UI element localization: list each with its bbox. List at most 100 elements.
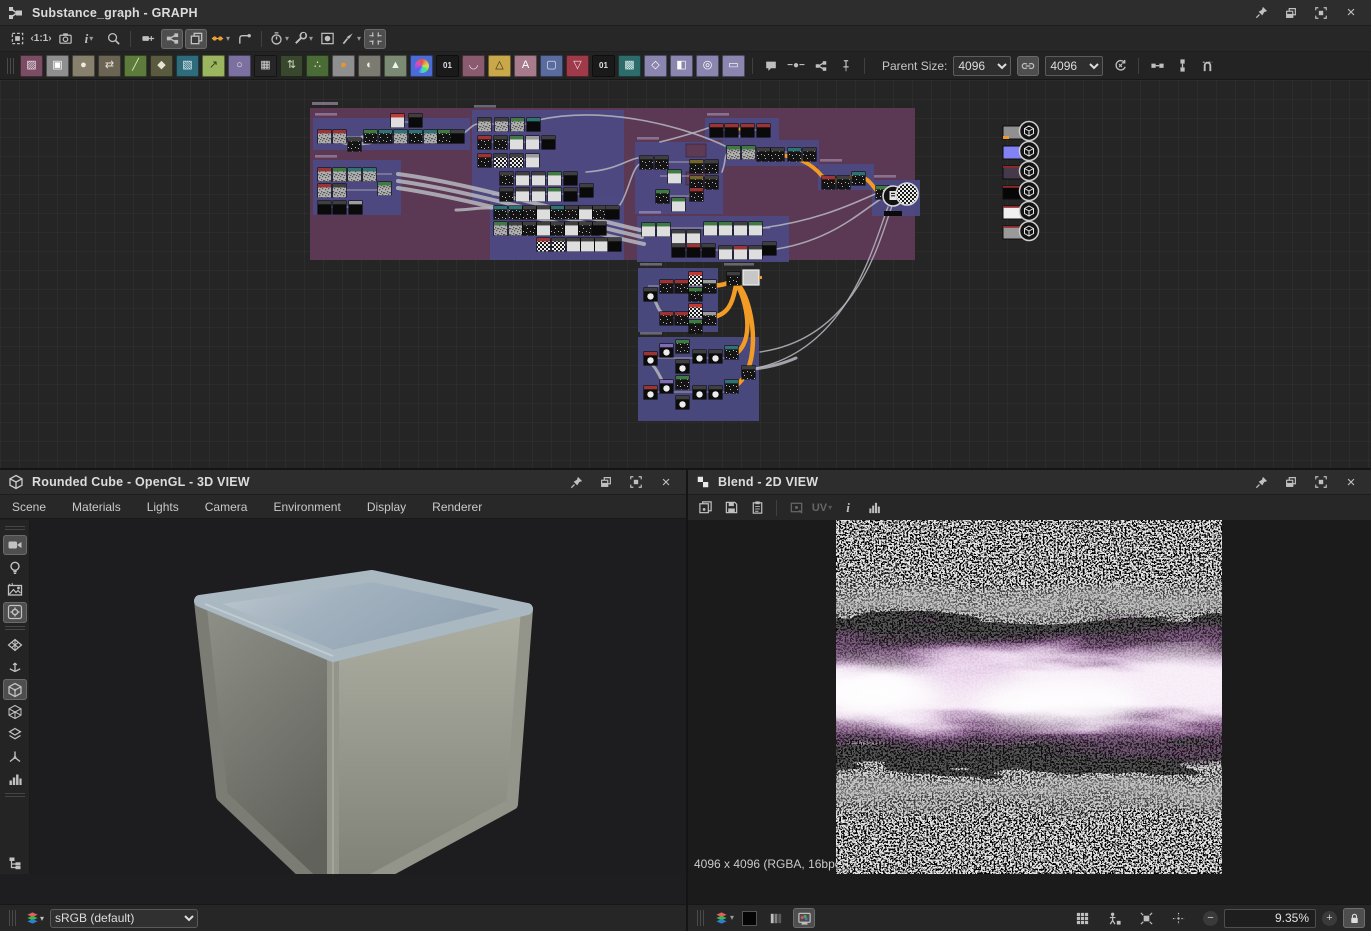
graph-node[interactable] xyxy=(762,241,776,255)
graph-node[interactable] xyxy=(787,147,801,161)
actual-size-icon[interactable] xyxy=(1167,908,1189,928)
link-plug-icon[interactable] xyxy=(137,29,159,49)
graph-node[interactable] xyxy=(639,155,653,169)
physical-size-icon[interactable] xyxy=(1103,908,1125,928)
graph-node[interactable] xyxy=(499,187,513,201)
zoom-out-button[interactable]: − xyxy=(1203,911,1218,926)
graph-node[interactable] xyxy=(659,343,673,357)
palette-curve-icon[interactable]: ◡ xyxy=(462,55,485,77)
fit-view-icon[interactable] xyxy=(1135,908,1157,928)
palette-cells-icon[interactable]: ▩ xyxy=(618,55,641,77)
graph-node[interactable] xyxy=(688,287,702,301)
turbine-mesh-icon[interactable] xyxy=(3,747,27,767)
graph-node[interactable] xyxy=(531,171,545,185)
screenshot-icon[interactable] xyxy=(54,29,76,49)
palette-sharpen-icon[interactable]: ◆ xyxy=(150,55,173,77)
graph-node[interactable] xyxy=(659,311,673,325)
graph-node[interactable] xyxy=(541,135,555,149)
graph-output-node[interactable] xyxy=(896,183,918,205)
graph-output-thumbnail[interactable] xyxy=(1003,182,1039,201)
graph-node[interactable] xyxy=(317,183,331,197)
display-gamma-icon[interactable] xyxy=(793,908,815,928)
graph-output-thumbnail[interactable] xyxy=(1003,122,1039,141)
graph-node[interactable] xyxy=(686,229,700,243)
palette-histogram-scan-icon[interactable]: ▲ xyxy=(384,55,407,77)
graph-node[interactable] xyxy=(390,113,404,127)
graph-node[interactable] xyxy=(563,187,577,201)
graph-node[interactable] xyxy=(733,245,747,259)
graph-node[interactable] xyxy=(659,279,673,293)
stack-nodes-icon[interactable] xyxy=(1171,56,1193,76)
restore-icon[interactable] xyxy=(598,474,614,490)
grid-overlay-icon[interactable] xyxy=(1071,908,1093,928)
graph-node[interactable] xyxy=(851,171,865,185)
graph-node[interactable] xyxy=(702,311,716,325)
compute-timings-icon[interactable]: ▾ xyxy=(268,29,290,49)
transform-gizmo-icon[interactable] xyxy=(3,657,27,677)
graph-node[interactable] xyxy=(656,222,670,236)
elbow-links-icon[interactable] xyxy=(233,29,255,49)
graph-node[interactable] xyxy=(704,175,718,189)
graph-node[interactable] xyxy=(708,349,722,363)
graph-node[interactable] xyxy=(708,385,722,399)
pin-icon[interactable] xyxy=(1253,474,1269,490)
palette-gradient-map-icon[interactable]: ◐ xyxy=(358,55,381,77)
uv-mode-icon[interactable]: UV▾ xyxy=(811,498,833,518)
palette-svg-frame-icon[interactable]: ▭ xyxy=(722,55,745,77)
graph-node[interactable] xyxy=(536,237,550,251)
graph-node[interactable] xyxy=(580,237,594,251)
cube-mesh-icon[interactable] xyxy=(3,679,27,699)
duplicate-view-icon[interactable] xyxy=(694,498,716,518)
link-display-icon[interactable]: ▾ xyxy=(209,29,231,49)
colorspace-select[interactable]: sRGB (default) xyxy=(50,909,198,928)
comment-icon[interactable] xyxy=(760,56,782,76)
graph-node[interactable] xyxy=(718,221,732,235)
graph-node[interactable] xyxy=(770,147,784,161)
graph-node[interactable] xyxy=(508,205,522,219)
background-color-swatch[interactable] xyxy=(742,911,757,926)
graph-node[interactable] xyxy=(378,129,392,143)
palette-crop-icon[interactable]: ▢ xyxy=(540,55,563,77)
graph-node[interactable] xyxy=(836,175,850,189)
tools-icon[interactable]: ▾ xyxy=(292,29,314,49)
graph-node[interactable] xyxy=(494,117,508,131)
menu-environment[interactable]: Environment xyxy=(273,500,340,514)
graph-node[interactable] xyxy=(756,147,770,161)
lights-icon[interactable] xyxy=(3,557,27,577)
palette-value-processor-icon[interactable]: 01 xyxy=(592,55,615,77)
graph-node[interactable] xyxy=(726,271,740,285)
graph-node[interactable] xyxy=(692,349,706,363)
palette-directional-warp-icon[interactable]: ⇄ xyxy=(98,55,121,77)
graph-node[interactable] xyxy=(550,221,564,235)
graph-node[interactable] xyxy=(592,221,606,235)
graph-output-thumbnail[interactable] xyxy=(1003,162,1039,181)
snap-magnet-icon[interactable] xyxy=(1196,56,1218,76)
graph-node[interactable] xyxy=(689,187,703,201)
graph-node[interactable] xyxy=(607,237,621,251)
layered-planes-icon[interactable] xyxy=(3,724,27,744)
graph-node[interactable] xyxy=(671,229,685,243)
graph-node[interactable] xyxy=(547,187,561,201)
restore-icon[interactable] xyxy=(1283,5,1299,21)
graph-node[interactable] xyxy=(477,153,491,167)
snap-grid-icon[interactable] xyxy=(364,29,386,49)
graph-node[interactable] xyxy=(317,129,331,143)
channels-filter-icon[interactable]: ▾ xyxy=(713,908,735,928)
graph-node[interactable] xyxy=(563,171,577,185)
graph-node[interactable] xyxy=(317,200,331,214)
graph-node[interactable] xyxy=(547,171,561,185)
close-icon[interactable]: × xyxy=(1343,474,1359,490)
graph-node[interactable] xyxy=(688,271,702,285)
menu-renderer[interactable]: Renderer xyxy=(432,500,482,514)
palette-svg-curve-icon[interactable]: ◎ xyxy=(696,55,719,77)
graph-node[interactable] xyxy=(510,117,524,131)
graph-node[interactable] xyxy=(566,237,580,251)
pin-icon[interactable] xyxy=(568,474,584,490)
palette-directional-blur-icon[interactable]: ↗ xyxy=(202,55,225,77)
link-sizes-icon[interactable] xyxy=(1017,56,1039,76)
graph-node[interactable] xyxy=(493,221,507,235)
palette-uniform-color-icon[interactable]: ▣ xyxy=(46,55,69,77)
thumbnail-mode-icon[interactable] xyxy=(316,29,338,49)
graph-node[interactable] xyxy=(515,187,529,201)
graph-node[interactable] xyxy=(741,145,755,159)
